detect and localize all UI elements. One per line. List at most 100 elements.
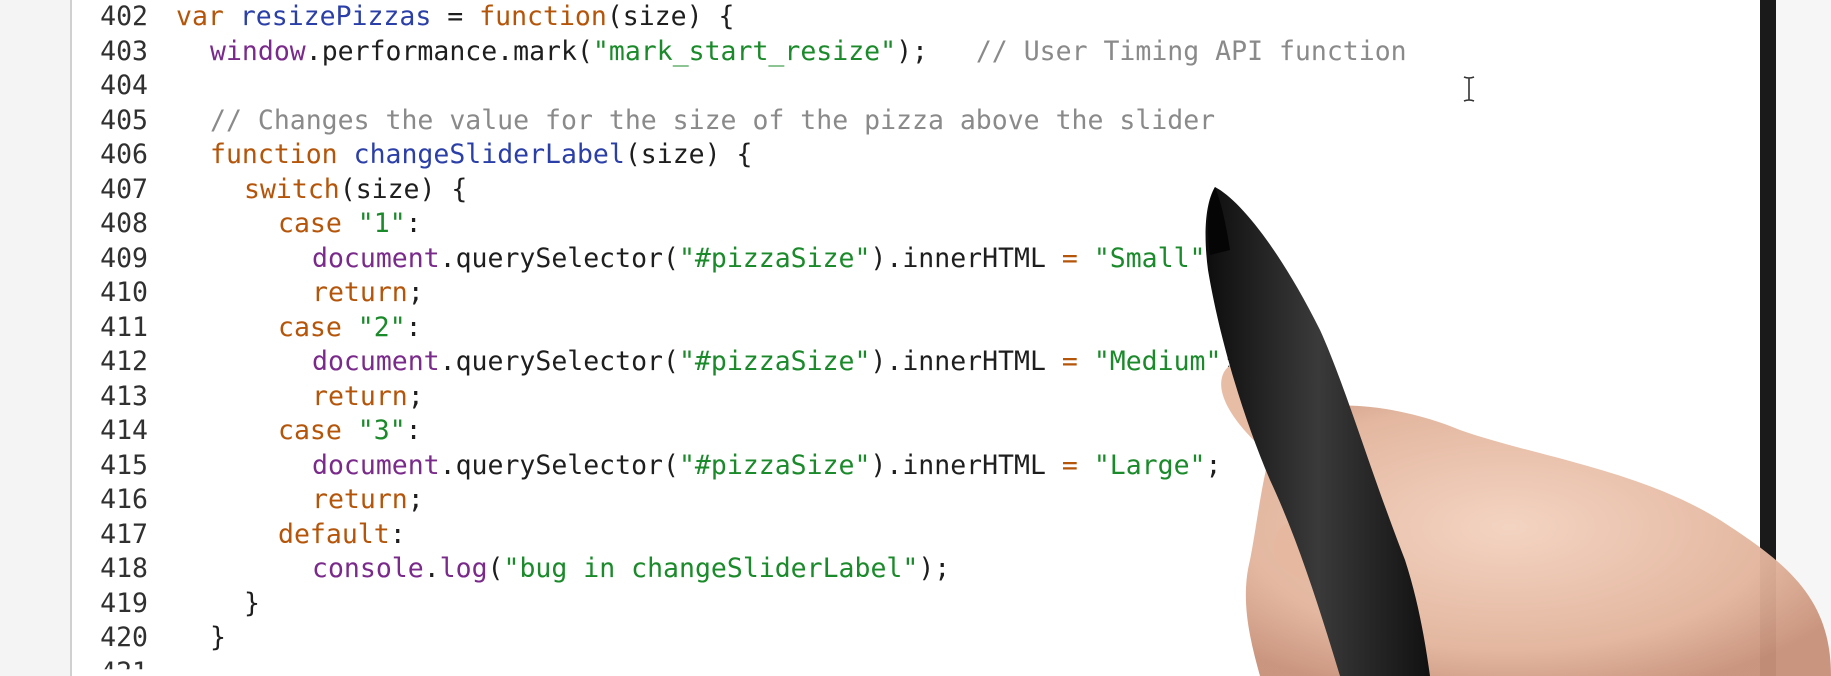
line-text: } [176, 587, 260, 622]
line-number: 404 [100, 70, 148, 101]
video-frame: 402 var resizePizzas = function(size) {40… [0, 0, 1831, 676]
code-line[interactable]: 411 case "2": [72, 311, 1407, 346]
line-text: case "1": [176, 207, 422, 242]
line-text: document.querySelector("#pizzaSize").inn… [176, 449, 1221, 484]
code-token: = [1061, 242, 1078, 274]
code-token: .querySelector( [439, 242, 679, 274]
code-token: "Small" [1093, 242, 1206, 274]
code-token: case [278, 415, 342, 446]
line-text: case "3": [176, 414, 422, 449]
code-token: resizePizzas [239, 1, 432, 32]
code-line[interactable]: 415 document.querySelector("#pizzaSize").… [72, 449, 1407, 484]
line-text: // Changes the value for the size of the… [176, 104, 1215, 139]
code-token: ).innerHTML [870, 346, 1062, 377]
code-token: = [1061, 449, 1078, 481]
code-token: ; [407, 380, 424, 412]
line-number: 412 [100, 346, 148, 377]
code-token: window [210, 35, 306, 67]
code-token: return [312, 277, 408, 308]
code-line[interactable]: 419} [72, 587, 1407, 622]
code-token: "bug in changeSliderLabel" [503, 553, 919, 584]
code-token: = [1061, 346, 1078, 377]
code-line[interactable]: 414 case "3": [72, 414, 1407, 449]
code-token: case [278, 208, 342, 239]
line-text: case "2": [176, 311, 422, 346]
code-line[interactable]: 405 // Changes the value for the size of … [72, 104, 1407, 139]
code-listing: 402 var resizePizzas = function(size) {40… [72, 0, 1407, 676]
code-token: ( [487, 553, 504, 584]
code-line[interactable]: 408 case "1": [72, 207, 1407, 242]
code-token: // User Timing API function [975, 35, 1407, 67]
code-token: console [312, 553, 424, 584]
code-line[interactable]: 420} [72, 621, 1407, 656]
code-line[interactable]: 417 default: [72, 518, 1407, 553]
code-line[interactable]: 402 var resizePizzas = function(size) { [72, 0, 1407, 35]
code-line[interactable]: 412 document.querySelector("#pizzaSize").… [72, 345, 1407, 380]
line-text: return; [176, 483, 424, 518]
code-token: "Large" [1093, 449, 1206, 481]
line-text: var resizePizzas = function(size) { [176, 0, 734, 35]
code-token: : [405, 415, 422, 446]
code-token: } [210, 622, 226, 653]
code-token: ); [896, 35, 976, 67]
code-editor[interactable]: 402 var resizePizzas = function(size) {40… [70, 0, 1762, 676]
code-line[interactable]: 407 switch(size) { [72, 173, 1407, 208]
window-edge [1760, 0, 1776, 676]
code-token: ; [1205, 449, 1222, 481]
code-token: document [312, 242, 440, 274]
code-token: "3" [357, 415, 406, 446]
line-text: return; [176, 276, 424, 311]
line-number: 416 [100, 484, 148, 515]
code-line[interactable]: 409 document.querySelector("#pizzaSize").… [72, 242, 1407, 277]
line-text: document.querySelector("#pizzaSize").inn… [176, 345, 1237, 380]
line-number: 407 [100, 173, 148, 205]
code-token: case [278, 311, 342, 343]
code-token: } [244, 587, 260, 619]
code-token: . [423, 553, 440, 584]
line-number: 421 [100, 656, 148, 676]
code-token: .querySelector( [439, 449, 679, 481]
line-text: console.log("bug in changeSliderLabel"); [176, 552, 950, 587]
code-token: = [431, 1, 480, 32]
code-line[interactable]: 418 console.log("bug in changeSliderLabel… [72, 552, 1407, 587]
code-token: changeSliderLabel [353, 139, 625, 170]
code-line[interactable]: 403 window.performance.mark("mark_start_r… [72, 35, 1407, 70]
code-token: document [312, 346, 440, 377]
code-token: "1" [357, 208, 406, 239]
code-token: "2" [357, 311, 406, 343]
code-token: ); [918, 553, 951, 584]
code-token: function [210, 139, 338, 170]
code-line[interactable]: 421 [72, 656, 1407, 676]
text-cursor-icon [1463, 76, 1475, 102]
line-number: 408 [100, 208, 148, 239]
code-line[interactable]: 413 return; [72, 380, 1407, 415]
line-number: 414 [100, 415, 148, 446]
code-line[interactable]: 410 return; [72, 276, 1407, 311]
code-token: ; [407, 484, 424, 515]
line-number: 419 [100, 587, 148, 619]
line-text: switch(size) { [176, 173, 467, 208]
line-number: 406 [100, 139, 148, 170]
code-line[interactable]: 404 [72, 69, 1407, 104]
code-token: (size) { [606, 1, 735, 32]
line-number: 403 [100, 35, 148, 67]
line-number: 418 [100, 553, 148, 584]
code-token: ).innerHTML [870, 242, 1062, 274]
line-number: 413 [100, 380, 148, 412]
line-text: window.performance.mark("mark_start_resi… [176, 35, 1407, 70]
line-number: 417 [100, 518, 148, 550]
code-token: "Medium" [1093, 346, 1222, 377]
code-token: (size) { [624, 139, 753, 170]
code-line[interactable]: 416 return; [72, 483, 1407, 518]
code-line[interactable]: 406 function changeSliderLabel(size) { [72, 138, 1407, 173]
line-text: } [176, 621, 226, 656]
line-text: return; [176, 380, 424, 415]
